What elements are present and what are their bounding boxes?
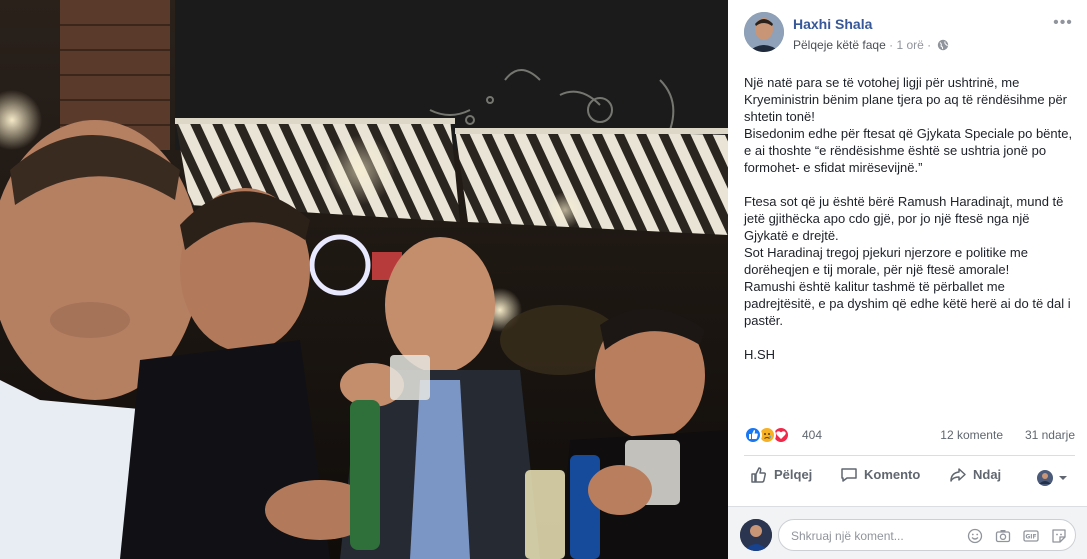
- comment-icon: [841, 468, 857, 482]
- reactions-bar: 404 12 komente 31 ndarje: [744, 422, 1075, 448]
- audience-selector[interactable]: [1035, 468, 1071, 488]
- comment-input-wrapper: GIF: [778, 519, 1076, 551]
- camera-icon[interactable]: [995, 528, 1011, 544]
- post-signature: H.SH: [744, 347, 776, 362]
- like-button[interactable]: Pëlqej: [750, 466, 812, 488]
- post-panel: Haxhi Shala Pëlqeje këtë faqe · 1 orë · …: [728, 0, 1087, 559]
- comment-composer: GIF: [728, 506, 1087, 559]
- more-options-icon[interactable]: •••: [1053, 15, 1073, 34]
- emoji-icon[interactable]: [967, 528, 983, 544]
- post-photo[interactable]: [0, 0, 728, 559]
- comment-input[interactable]: [791, 527, 961, 545]
- profile-chevron-icon: [1037, 470, 1067, 486]
- post-actions: Pëlqej Komento Ndaj: [744, 460, 1075, 494]
- globe-icon[interactable]: [937, 39, 949, 54]
- post-paragraph-1: Një natë para se të votohej ligji për us…: [744, 75, 1073, 175]
- post-text: Një natë para se të votohej ligji për us…: [744, 74, 1074, 363]
- like-reaction-icon: [744, 426, 762, 444]
- post-timestamp[interactable]: 1 orë: [896, 38, 923, 52]
- share-button-label: Ndaj: [973, 467, 1002, 482]
- svg-text:GIF: GIF: [1025, 534, 1036, 541]
- viewer-avatar[interactable]: [740, 519, 772, 551]
- share-icon: [950, 468, 966, 482]
- share-button[interactable]: Ndaj: [949, 466, 1001, 488]
- author-name-link[interactable]: Haxhi Shala: [793, 16, 872, 32]
- post-meta: Pëlqeje këtë faqe · 1 orë ·: [793, 38, 949, 54]
- reactions-divider: [744, 455, 1075, 456]
- meta-separator-2: ·: [927, 38, 932, 52]
- comment-button[interactable]: Komento: [840, 466, 920, 488]
- thumbs-up-icon: [751, 467, 766, 483]
- shares-count-link[interactable]: 31 ndarje: [1025, 428, 1075, 442]
- viewer-avatar-image: [740, 519, 772, 551]
- post-paragraph-2: Ftesa sot që ju është bërë Ramush Haradi…: [744, 194, 1071, 328]
- reactions-count[interactable]: 404: [802, 428, 822, 442]
- post-header: Haxhi Shala Pëlqeje këtë faqe · 1 orë · …: [744, 12, 1077, 56]
- author-avatar[interactable]: [744, 12, 784, 52]
- comments-count-link[interactable]: 12 komente: [940, 428, 1003, 442]
- gif-icon[interactable]: GIF: [1023, 528, 1039, 544]
- meta-separator: ·: [889, 38, 894, 52]
- photo-illustration: [0, 0, 728, 559]
- comment-button-label: Komento: [864, 467, 921, 482]
- like-page-link[interactable]: Pëlqeje këtë faqe: [793, 38, 886, 52]
- sticker-icon[interactable]: [1051, 528, 1067, 544]
- avatar-image: [744, 12, 784, 52]
- like-button-label: Pëlqej: [774, 467, 813, 482]
